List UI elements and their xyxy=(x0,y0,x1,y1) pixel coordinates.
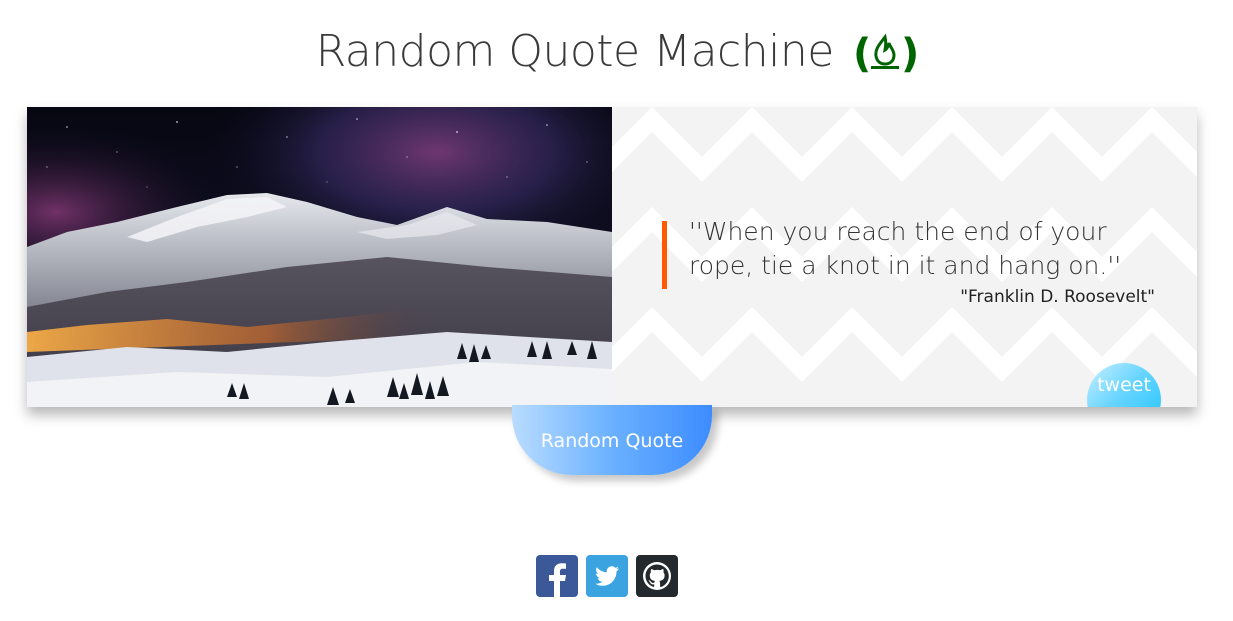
page: Random Quote Machine ( ) xyxy=(0,0,1233,621)
quote-author: "Franklin D. Roosevelt" xyxy=(960,287,1155,307)
svg-text:): ) xyxy=(901,31,917,77)
quote-panel: ''When you reach the end of your rope, t… xyxy=(612,107,1197,407)
fire-icon: ( ) xyxy=(853,31,919,77)
page-title-text: Random Quote Machine xyxy=(315,26,835,77)
facebook-icon xyxy=(549,563,566,597)
social-links xyxy=(536,555,678,597)
quote-block: ''When you reach the end of your rope, t… xyxy=(662,217,1184,289)
freecodecamp-logo: ( ) xyxy=(853,21,919,81)
twitter-link[interactable] xyxy=(586,555,628,597)
quote-card: ''When you reach the end of your rope, t… xyxy=(27,107,1197,407)
quote-text: ''When you reach the end of your rope, t… xyxy=(689,217,1122,280)
github-link[interactable] xyxy=(636,555,678,597)
twitter-icon xyxy=(595,566,619,586)
svg-text:(: ( xyxy=(853,31,871,77)
random-quote-button[interactable]: Random Quote xyxy=(512,405,712,475)
landscape-image xyxy=(27,107,612,407)
github-icon xyxy=(643,562,671,590)
facebook-link[interactable] xyxy=(536,555,578,597)
page-title: Random Quote Machine ( ) xyxy=(0,22,1233,84)
